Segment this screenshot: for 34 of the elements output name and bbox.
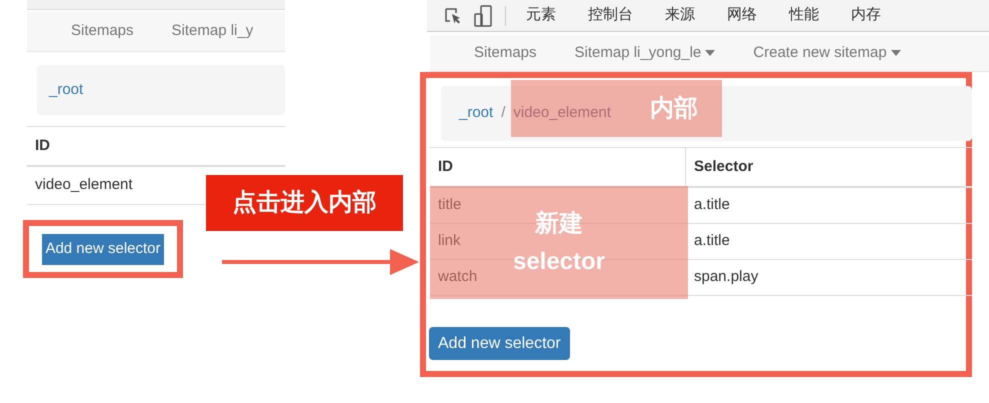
table-cell-text: link — [438, 231, 461, 252]
devtools-tab[interactable]: 控制台 — [588, 4, 633, 27]
device-icon[interactable] — [473, 4, 493, 26]
overlay-label: 新建 — [535, 208, 583, 238]
table-cell-text: span.play — [694, 267, 758, 288]
add-selector-button[interactable]: Add new selector — [429, 327, 570, 360]
devtools-tab[interactable]: 网络 — [727, 4, 757, 27]
caret-icon — [705, 50, 716, 56]
breadcrumb-link[interactable]: _root — [459, 102, 494, 125]
nav-link[interactable]: Create new sitemap — [753, 42, 901, 64]
add-selector-button[interactable]: Add new selector — [42, 234, 164, 264]
table-cell-text: watch — [438, 267, 478, 288]
nav-link[interactable]: Sitemaps — [71, 20, 134, 43]
table-cell-text: video_element — [35, 175, 133, 196]
callout-label: 点击进入内部 — [206, 175, 403, 231]
breadcrumb-link[interactable]: _root — [49, 78, 84, 102]
column-header: ID — [35, 136, 50, 156]
column-header: Selector — [694, 156, 754, 177]
inspect-icon[interactable] — [443, 6, 463, 26]
table-cell-text: title — [438, 195, 462, 216]
overlay-label: selector — [512, 246, 606, 276]
devtools-tab[interactable]: 元素 — [526, 4, 556, 27]
breadcrumb-separator: / — [501, 103, 506, 124]
devtools-tab[interactable]: 内存 — [851, 4, 881, 27]
nav-link[interactable]: Sitemap li_yong_le — [574, 42, 716, 64]
column-header: ID — [438, 156, 453, 177]
devtools-tab[interactable]: 性能 — [789, 4, 819, 27]
table-cell-text: a.title — [694, 231, 730, 252]
table-cell-text: a.title — [694, 195, 730, 216]
overlay-label: 内部 — [650, 94, 698, 124]
nav-link[interactable]: Sitemap li_y — [172, 20, 254, 43]
devtools-tab[interactable]: 来源 — [665, 4, 695, 27]
nav-link[interactable]: Sitemaps — [474, 42, 537, 64]
caret-icon — [890, 50, 901, 56]
